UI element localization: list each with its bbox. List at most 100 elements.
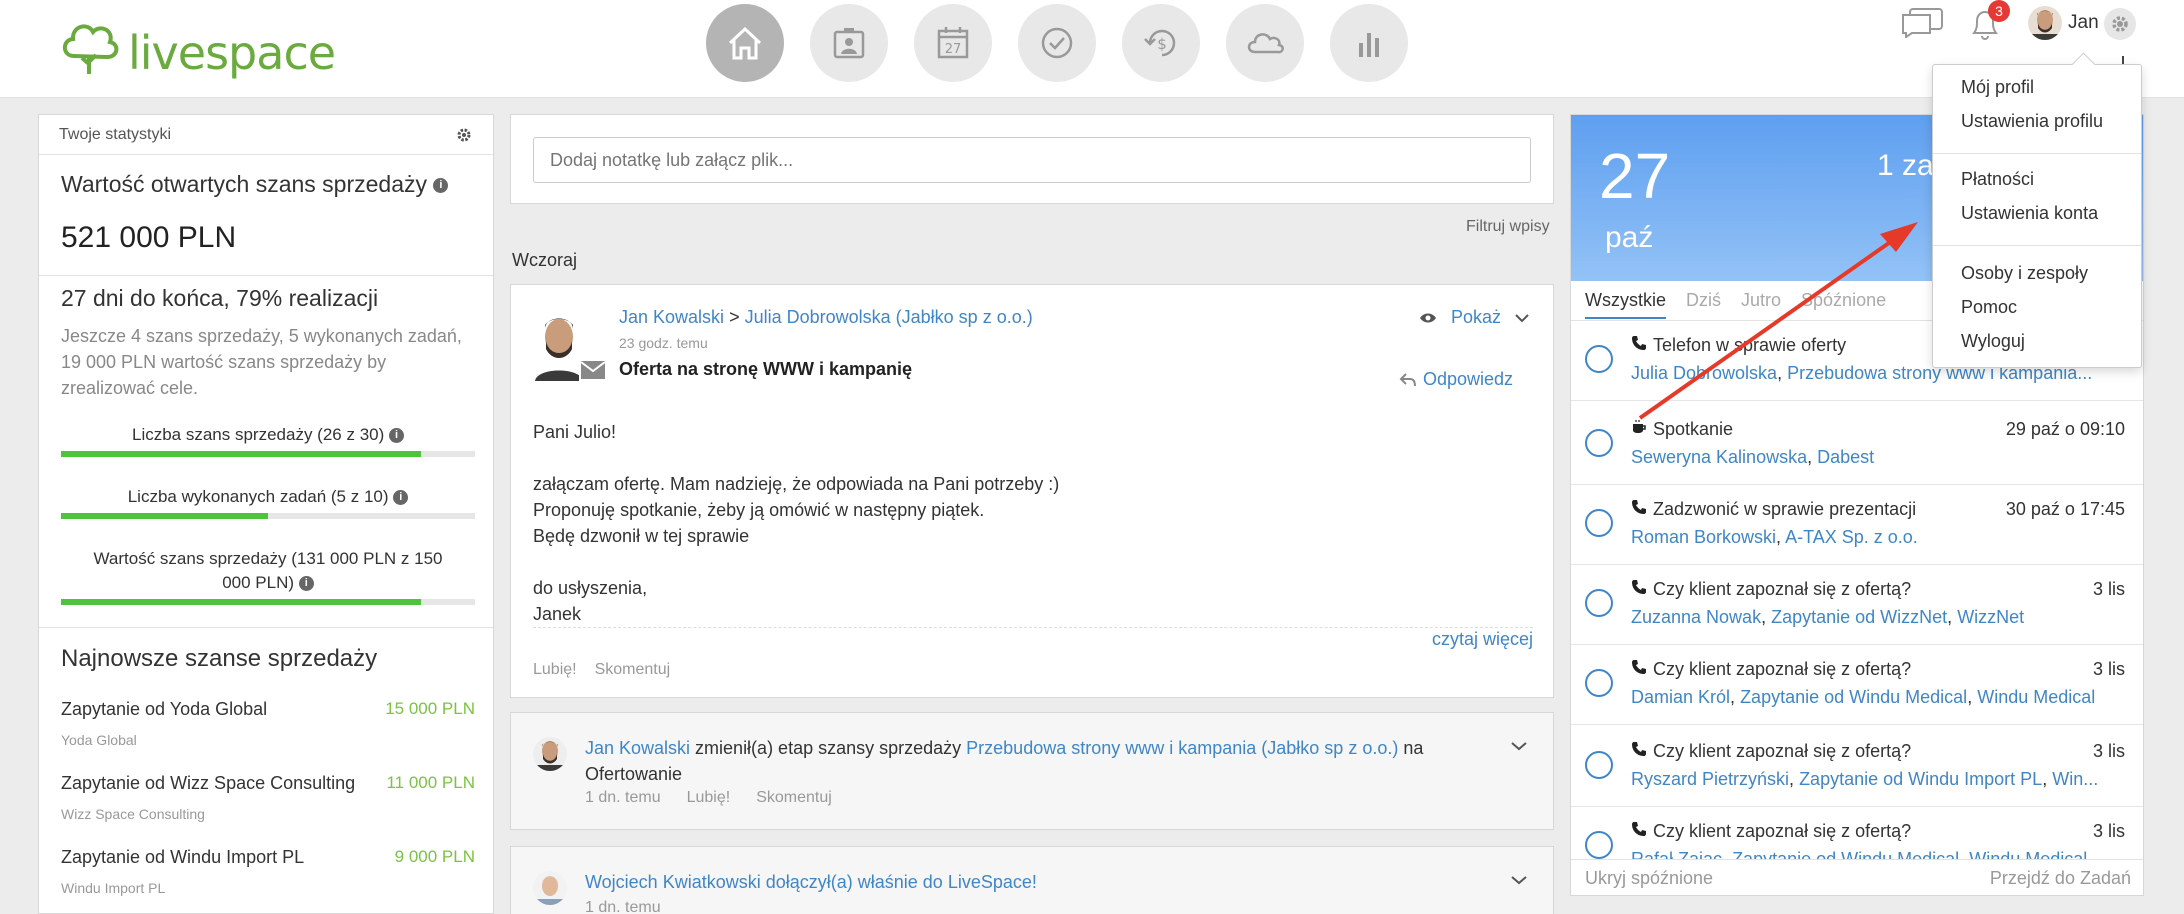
task-link[interactable]: Zuzanna Nowak [1631, 607, 1761, 627]
tab-all[interactable]: Wszystkie [1585, 290, 1666, 319]
nav-reports[interactable] [1330, 4, 1408, 82]
task-link[interactable]: Roman Borkowski [1631, 527, 1776, 547]
task-title-text[interactable]: Spotkanie [1653, 419, 1733, 439]
top-bar: livespace 27 $ 3 Jan [0, 0, 2184, 98]
task-title[interactable]: Czy klient zapoznał się z ofertą? [1631, 821, 1911, 842]
task-checkbox[interactable] [1585, 345, 1613, 373]
task-title-text[interactable]: Czy klient zapoznał się z ofertą? [1653, 659, 1911, 679]
task-title[interactable]: Telefon w sprawie oferty [1631, 335, 1846, 356]
chevron-down-icon[interactable] [1515, 313, 1529, 323]
nav-cloud[interactable] [1226, 4, 1304, 82]
nav-calendar[interactable]: 27 [914, 4, 992, 82]
info-icon[interactable]: i [433, 178, 449, 194]
task-title-text[interactable]: Czy klient zapoznał się z ofertą? [1653, 579, 1911, 599]
hide-late-link[interactable]: Ukryj spóźnione [1585, 868, 1713, 889]
author-link[interactable]: Jan Kowalski [585, 738, 690, 758]
task-item[interactable]: Czy klient zapoznał się z ofertą? 3 lis Da… [1571, 645, 2143, 725]
contacts-icon [833, 28, 865, 59]
menu-item-people-teams[interactable]: Osoby i zespoły [1961, 263, 2088, 284]
task-checkbox[interactable] [1585, 509, 1613, 537]
task-link[interactable]: Seweryna Kalinowska [1631, 447, 1807, 467]
read-more-link[interactable]: czytaj więcej [1432, 629, 1533, 650]
task-item[interactable]: Czy klient zapoznał się z ofertą? 3 lis Zu… [1571, 565, 2143, 645]
nav-contacts[interactable] [810, 4, 888, 82]
task-item[interactable]: Zadzwonić w sprawie prezentacji 30 paź o … [1571, 485, 2143, 565]
info-icon[interactable]: i [393, 490, 409, 506]
task-item[interactable]: Czy klient zapoznał się z ofertą? 3 lis Ry… [1571, 727, 2143, 807]
comment-button[interactable]: Skomentuj [756, 789, 832, 807]
menu-item-payments[interactable]: Płatności [1961, 169, 2034, 190]
task-title-text[interactable]: Czy klient zapoznał się z ofertą? [1653, 821, 1911, 841]
menu-item-logout[interactable]: Wyloguj [1961, 331, 2025, 352]
filter-link[interactable]: Filtruj wpisy [1466, 218, 1550, 236]
chevron-down-icon[interactable] [1511, 875, 1527, 885]
task-link[interactable]: Zapytanie od Windu Medical [1740, 687, 1967, 707]
task-title[interactable]: Zadzwonić w sprawie prezentacji [1631, 499, 1916, 520]
tab-today[interactable]: Dziś [1686, 290, 1721, 311]
stats-panel: Twoje statystyki Wartość otwartych szans… [38, 114, 494, 914]
settings-button[interactable] [2104, 8, 2136, 40]
menu-item-help[interactable]: Pomoc [1961, 297, 2017, 318]
task-checkbox[interactable] [1585, 751, 1613, 779]
task-title-text[interactable]: Czy klient zapoznał się z ofertą? [1653, 741, 1911, 761]
menu-item-account-settings[interactable]: Ustawienia konta [1961, 203, 2098, 224]
task-link[interactable]: Julia Dobrowolska [1631, 363, 1777, 383]
go-to-tasks-link[interactable]: Przejdź do Zadań [1990, 868, 2131, 889]
task-link[interactable]: Ryszard Pietrzyński [1631, 769, 1789, 789]
task-checkbox[interactable] [1585, 669, 1613, 697]
nav-tasks[interactable] [1018, 4, 1096, 82]
task-link[interactable]: WizzNet [1957, 607, 2024, 627]
task-checkbox[interactable] [1585, 589, 1613, 617]
show-button[interactable]: Pokaż [1419, 307, 1529, 328]
avatar[interactable] [533, 737, 567, 771]
task-title[interactable]: Czy klient zapoznał się z ofertą? [1631, 659, 1911, 680]
task-link[interactable]: Zapytanie od WizzNet [1771, 607, 1947, 627]
menu-item-profile-settings[interactable]: Ustawienia profilu [1961, 111, 2103, 132]
task-checkbox[interactable] [1585, 429, 1613, 457]
activity-text: Jan Kowalski zmienił(a) etap szansy sprz… [585, 735, 1505, 787]
avatar[interactable] [533, 871, 567, 905]
like-button[interactable]: Lubię! [533, 661, 577, 679]
show-label[interactable]: Pokaż [1451, 307, 1501, 328]
avatar[interactable] [2028, 6, 2062, 40]
phone-icon [1631, 579, 1647, 599]
reply-button[interactable]: Odpowiedz [1399, 369, 1513, 390]
nav-deals[interactable]: $ [1122, 4, 1200, 82]
note-input[interactable] [533, 137, 1531, 183]
info-icon[interactable]: i [389, 428, 405, 444]
author-link[interactable]: Wojciech Kwiatkowski [585, 872, 761, 892]
menu-item-my-profile[interactable]: Mój profil [1961, 77, 2034, 98]
chevron-down-icon[interactable] [1511, 741, 1527, 751]
task-title-text[interactable]: Zadzwonić w sprawie prezentacji [1653, 499, 1916, 519]
chat-button[interactable] [1900, 6, 1946, 43]
nav-home[interactable] [706, 4, 784, 82]
task-item[interactable]: Spotkanie 29 paź o 09:10 Seweryna Kalinows… [1571, 405, 2143, 485]
like-button[interactable]: Lubię! [687, 789, 731, 807]
comment-button[interactable]: Skomentuj [595, 661, 671, 679]
task-link[interactable]: Windu Medical [1977, 687, 2095, 707]
author-link[interactable]: Jan Kowalski [619, 307, 724, 327]
deal-link[interactable]: Przebudowa strony www i kampania (Jabłko… [966, 738, 1398, 758]
task-checkbox[interactable] [1585, 831, 1613, 859]
task-title-text[interactable]: Telefon w sprawie oferty [1653, 335, 1846, 355]
tab-tomorrow[interactable]: Jutro [1741, 290, 1781, 311]
task-link[interactable]: A-TAX Sp. z o.o. [1785, 527, 1918, 547]
task-title[interactable]: Czy klient zapoznał się z ofertą? [1631, 741, 1911, 762]
logo[interactable]: livespace [58, 12, 336, 80]
task-title[interactable]: Spotkanie [1631, 419, 1733, 440]
task-link[interactable]: Zapytanie od Windu Import PL [1799, 769, 2042, 789]
list-item[interactable]: Zapytanie od Yoda Global Yoda Global 15 … [61, 699, 475, 748]
user-name[interactable]: Jan [2068, 12, 2099, 34]
task-title[interactable]: Czy klient zapoznał się z ofertą? [1631, 579, 1911, 600]
gear-icon[interactable] [455, 126, 473, 144]
info-icon[interactable]: i [298, 576, 314, 592]
reply-label[interactable]: Odpowiedz [1423, 369, 1513, 390]
list-item[interactable]: Zapytanie od Wizz Space Consulting Wizz … [61, 773, 475, 822]
recipient-link[interactable]: Julia Dobrowolska (Jabłko sp z o.o.) [745, 307, 1033, 327]
task-link[interactable]: Dabest [1817, 447, 1874, 467]
tab-late[interactable]: Spóźnione [1801, 290, 1886, 311]
task-link[interactable]: Damian Król [1631, 687, 1730, 707]
task-link[interactable]: Win... [2052, 769, 2098, 789]
list-item[interactable]: Zapytanie od Windu Import PL Windu Impor… [61, 847, 475, 896]
activity-time: 1 dn. temu [585, 789, 661, 806]
